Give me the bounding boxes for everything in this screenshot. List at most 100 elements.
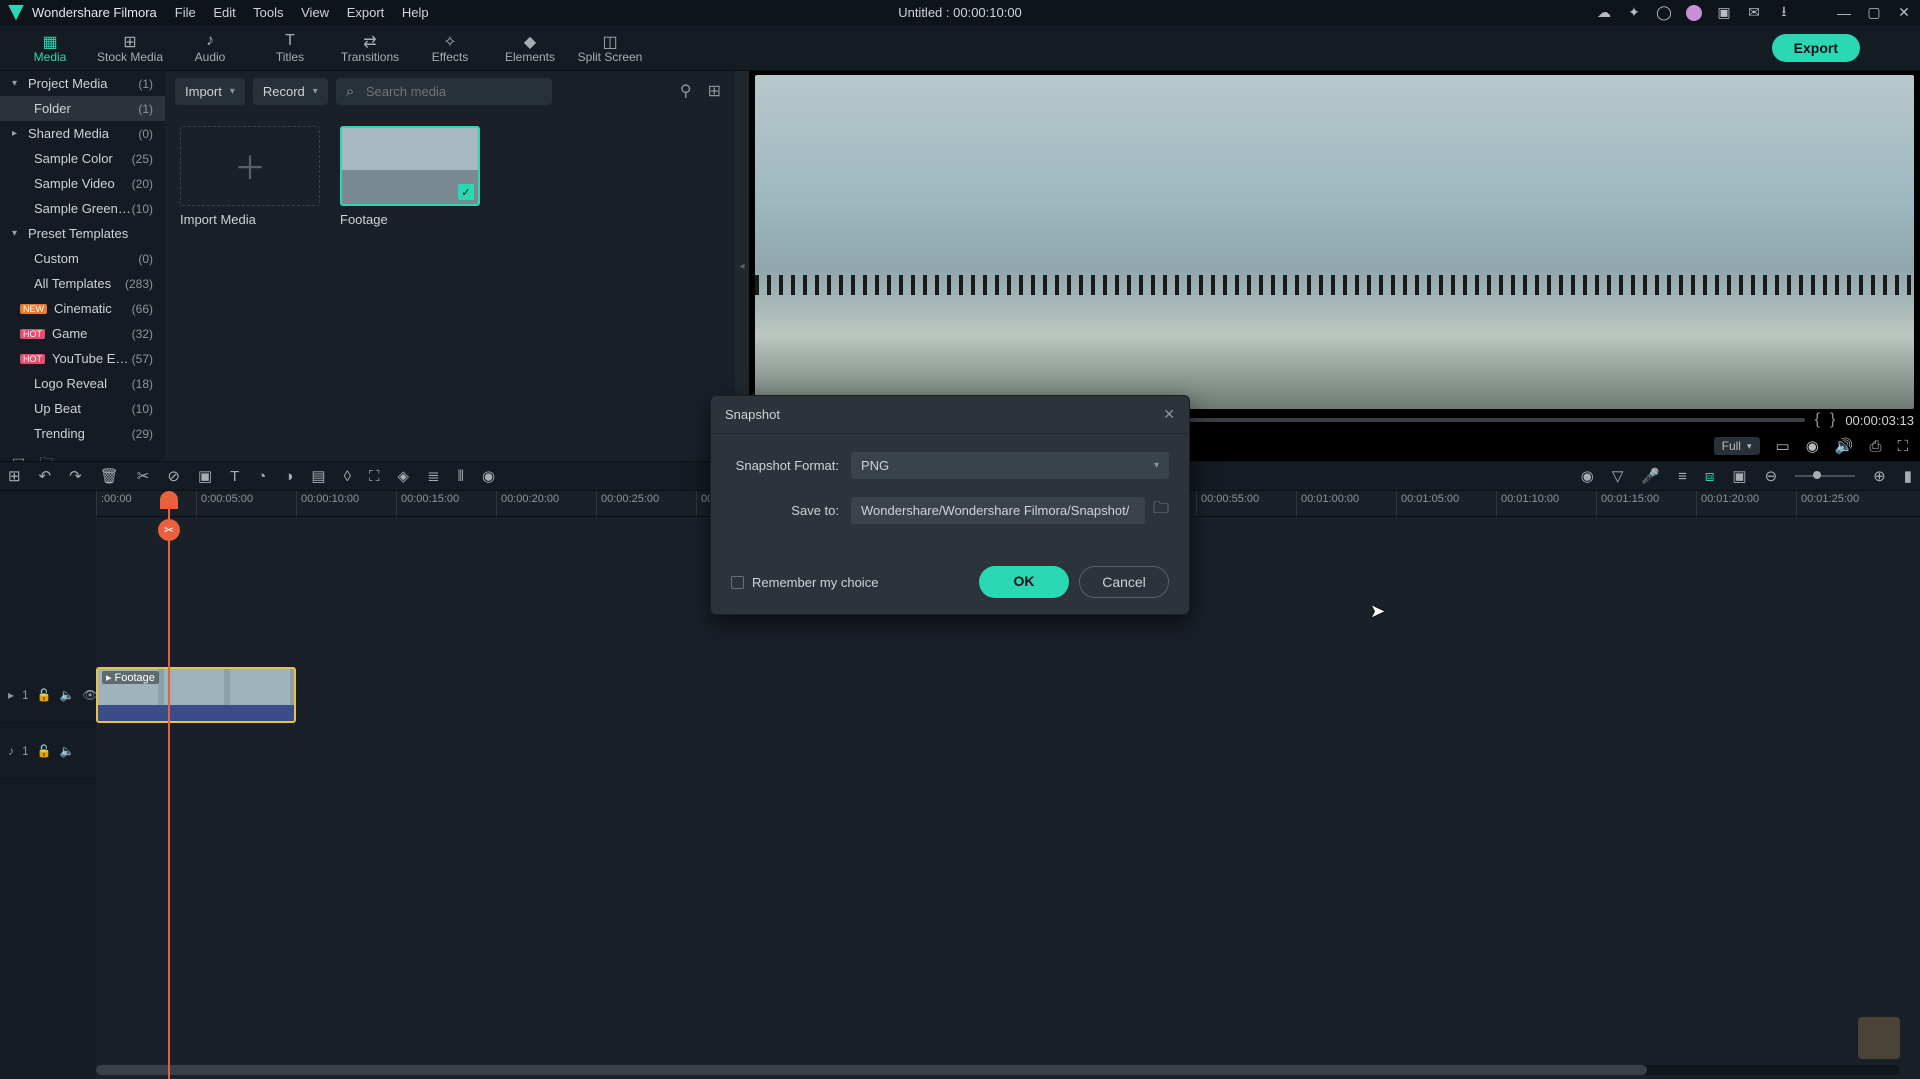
cancel-button[interactable]: Cancel [1079,566,1169,598]
scrollbar-thumb[interactable] [96,1065,1647,1075]
zoom-in-icon[interactable]: ⊕ [1873,467,1886,485]
timeline-clip[interactable]: ▸Footage [96,667,296,723]
text-icon[interactable]: T [230,468,239,485]
media-clip-tile[interactable]: Footage [340,126,480,227]
message-icon[interactable]: ✉ [1746,5,1762,21]
motion-icon[interactable]: ◊ [344,468,351,485]
tab-elements[interactable]: ◆Elements [490,28,570,68]
green-screen-icon[interactable]: ▤ [311,467,325,485]
save-path-field[interactable]: /Wondershare/Wondershare Filmora/Snapsho… [851,497,1145,524]
sidebar-custom[interactable]: Custom(0) [0,246,165,271]
tab-transitions[interactable]: ⇄Transitions [330,28,410,68]
display-icon[interactable]: ▭ [1776,437,1790,455]
mic-icon[interactable]: 🎤 [1641,467,1660,485]
menu-help[interactable]: Help [402,5,429,20]
ok-button[interactable]: OK [979,566,1069,598]
tab-effects[interactable]: ✧Effects [410,28,490,68]
close-icon[interactable]: ✕ [1163,406,1175,423]
color-icon[interactable]: ◑ [284,468,293,485]
sidebar-up-beat[interactable]: Up Beat(10) [0,396,165,421]
mixer-icon[interactable]: ≡ [1678,468,1687,485]
browse-folder-icon[interactable]: 🗀 [1153,497,1169,524]
avatar[interactable] [1686,5,1702,21]
snap-icon[interactable]: ⧈ [1705,468,1715,485]
menu-export[interactable]: Export [347,5,385,20]
new-folder-icon[interactable]: ▭ [12,452,25,461]
snapshot-icon[interactable]: ◉ [1806,437,1819,455]
floating-thumbnail[interactable] [1858,1017,1900,1059]
shield-icon[interactable]: ▽ [1612,467,1624,485]
import-dropdown[interactable]: Import [175,78,245,105]
sidebar-logo-reveal[interactable]: Logo Reveal(18) [0,371,165,396]
sidebar-game[interactable]: HOTGame(32) [0,321,165,346]
sidebar-shared-media[interactable]: ▸Shared Media(0) [0,121,165,146]
timeline-scrollbar[interactable] [96,1065,1900,1075]
folder-icon[interactable]: 🗀 [39,452,53,461]
menu-file[interactable]: File [175,5,196,20]
mark-out-button[interactable]: } [1830,411,1835,429]
crop-icon[interactable]: ▣ [198,467,212,485]
sidebar-youtube-endscreen[interactable]: HOTYouTube Endscr...(57) [0,346,165,371]
save-icon[interactable]: ▣ [1716,5,1732,21]
tab-split-screen[interactable]: ◫Split Screen [570,28,650,68]
sidebar-sample-color[interactable]: Sample Color(25) [0,146,165,171]
playhead[interactable]: ✂ [168,491,170,1079]
sidebar-preset-templates[interactable]: ▾Preset Templates [0,221,165,246]
mark-in-button[interactable]: { [1815,411,1820,429]
grid-view-icon[interactable]: ⊞ [704,77,725,105]
window-minimize[interactable]: — [1836,5,1852,21]
delete-icon[interactable]: 🗑 [100,467,119,485]
undo-icon[interactable]: ↶ [39,467,52,485]
import-media-tile[interactable]: ＋ Import Media [180,126,320,227]
search-input[interactable] [336,78,552,105]
window-close[interactable]: ✕ [1896,5,1912,21]
download-icon[interactable]: ⭳ [1776,5,1792,21]
video-track-header[interactable]: ▸ 1 🔓 🔈 👁 [0,667,96,723]
render-icon[interactable]: ◉ [482,467,495,485]
pip-icon[interactable]: ▣ [1732,467,1746,485]
sidebar-all-templates[interactable]: All Templates(283) [0,271,165,296]
record-dropdown[interactable]: Record [253,78,328,105]
fullscreen-icon[interactable]: ⛶ [1897,438,1908,455]
preview-video[interactable] [755,75,1914,409]
sparkle-icon[interactable]: ✦ [1626,5,1642,21]
tab-stock-media[interactable]: ⊞Stock Media [90,28,170,68]
filter-icon[interactable]: ⚲ [676,77,696,105]
audio-track-header[interactable]: ♪ 1 🔓 🔈 [0,723,96,779]
blade-icon[interactable]: ⊘ [167,467,180,485]
mute-icon[interactable]: 🔈 [60,688,75,702]
zoom-slider[interactable] [1795,475,1855,477]
tab-audio[interactable]: ♪Audio [170,28,250,68]
export-frame-icon[interactable]: ⎙ [1869,438,1881,455]
menu-view[interactable]: View [301,5,329,20]
split-icon[interactable]: ✂ [137,467,150,485]
sidebar-folder[interactable]: Folder(1) [0,96,165,121]
lock-icon[interactable]: 🔓 [37,744,52,758]
zoom-out-icon[interactable]: ⊖ [1765,467,1778,485]
redo-icon[interactable]: ↷ [69,467,82,485]
sidebar-sample-green[interactable]: Sample Green Scre...(10) [0,196,165,221]
remember-checkbox[interactable]: Remember my choice [731,575,878,590]
headset-icon[interactable]: ◯ [1656,5,1672,21]
tab-media[interactable]: ▦Media [10,28,90,68]
audio-levels-icon[interactable]: ⫴ [458,468,464,485]
mute-icon[interactable]: 🔈 [60,744,75,758]
speed-icon[interactable]: ◔ [257,468,266,485]
window-maximize[interactable]: ▢ [1866,5,1882,21]
auto-reframe-icon[interactable]: ⛶ [369,468,380,485]
marker-icon[interactable]: ◉ [1581,467,1594,485]
sidebar-project-media[interactable]: ▾Project Media(1) [0,71,165,96]
cloud-icon[interactable]: ☁ [1596,5,1612,21]
sidebar-cinematic[interactable]: NEWCinematic(66) [0,296,165,321]
menu-edit[interactable]: Edit [213,5,235,20]
sidebar-trending[interactable]: Trending(29) [0,421,165,446]
volume-icon[interactable]: 🔊 [1835,437,1854,455]
lock-icon[interactable]: 🔓 [37,688,52,702]
export-button[interactable]: Export [1772,34,1860,62]
keyframe-icon[interactable]: ◈ [398,467,410,485]
tab-titles[interactable]: TTitles [250,28,330,68]
format-dropdown[interactable]: PNG [851,452,1169,479]
grid-icon[interactable]: ⊞ [8,467,21,485]
fit-icon[interactable]: ▮ [1904,467,1912,485]
quality-dropdown[interactable]: Full [1714,437,1760,455]
